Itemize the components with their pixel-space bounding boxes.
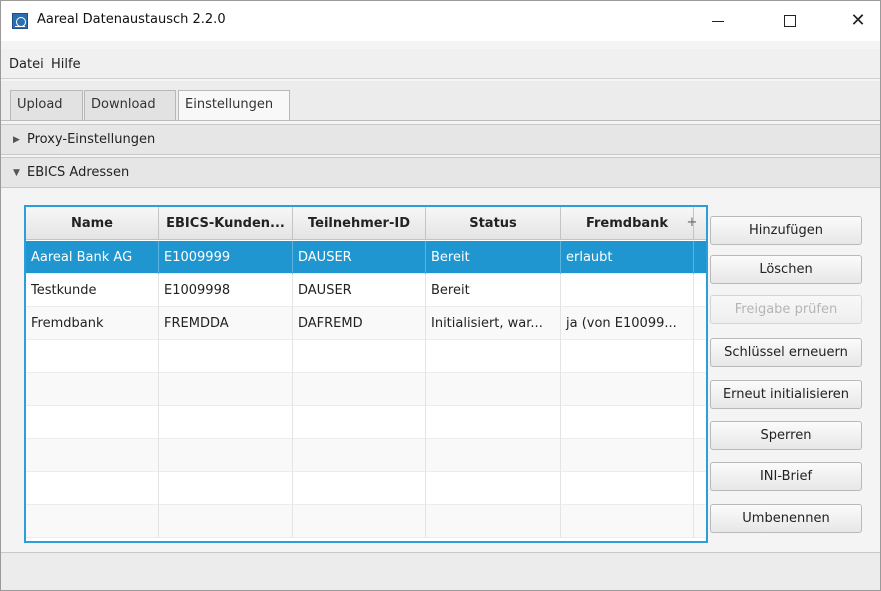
expand-arrow-icon: ▶ [13, 135, 20, 145]
empty-table-row [26, 406, 706, 439]
empty-cell [561, 373, 694, 406]
status-bar [1, 552, 880, 590]
empty-cell [561, 472, 694, 505]
empty-cell [26, 472, 159, 505]
empty-cell [293, 505, 426, 538]
reinitialize-button[interactable]: Erneut initialisieren [710, 380, 862, 409]
cell-status: Initialisiert, war... [426, 307, 561, 340]
tab-einstellungen[interactable]: Einstellungen [178, 90, 290, 120]
proxy-settings-label: Proxy-Einstellungen [27, 132, 156, 147]
renew-keys-button[interactable]: Schlüssel erneuern [710, 338, 862, 367]
rename-button[interactable]: Umbenennen [710, 504, 862, 533]
cell-foreign-bank [561, 274, 694, 307]
table-header: Name EBICS-Kunden... Teilnehmer-ID Statu… [26, 207, 706, 240]
empty-cell [561, 340, 694, 373]
cell-name: Fremdbank [26, 307, 159, 340]
cell-ebics-customer: E1009999 [159, 241, 293, 274]
empty-cell [26, 373, 159, 406]
maximize-button[interactable] [767, 1, 813, 41]
maximize-icon [784, 15, 796, 27]
title-bar[interactable]: Aareal Datenaustausch 2.2.0 ✕ [1, 1, 880, 41]
empty-cell [26, 340, 159, 373]
cell-participant-id: DAUSER [293, 241, 426, 274]
close-button[interactable]: ✕ [835, 1, 881, 41]
ebics-addresses-label: EBICS Adressen [27, 165, 130, 180]
empty-cell [426, 406, 561, 439]
empty-cell [159, 505, 293, 538]
minimize-button[interactable] [695, 1, 741, 41]
ebics-address-table[interactable]: Name EBICS-Kunden... Teilnehmer-ID Statu… [24, 205, 708, 543]
table-row[interactable]: Aareal Bank AG E1009999 DAUSER Bereit er… [26, 241, 706, 274]
menu-hilfe[interactable]: Hilfe [51, 57, 81, 72]
cell-participant-id: DAFREMD [293, 307, 426, 340]
empty-cell [426, 505, 561, 538]
empty-table-row [26, 505, 706, 538]
cell-name: Aareal Bank AG [26, 241, 159, 274]
proxy-settings-pane-header[interactable]: ▶ Proxy-Einstellungen [1, 124, 880, 155]
empty-cell [426, 439, 561, 472]
empty-cell [159, 373, 293, 406]
empty-cell [426, 373, 561, 406]
empty-cell [26, 406, 159, 439]
empty-cell [293, 439, 426, 472]
empty-cell [561, 439, 694, 472]
ebics-addresses-pane-header[interactable]: ▼ EBICS Adressen [1, 157, 880, 188]
cell-foreign-bank: erlaubt [561, 241, 694, 274]
close-icon: ✕ [850, 10, 866, 31]
column-menu-plus-icon[interactable]: + [684, 207, 700, 240]
cell-foreign-bank: ja (von E10099... [561, 307, 694, 340]
tab-download[interactable]: Download [84, 90, 176, 120]
menu-bar: Datei Hilfe [1, 49, 880, 79]
table-row[interactable]: Testkunde E1009998 DAUSER Bereit [26, 274, 706, 307]
empty-cell [293, 406, 426, 439]
empty-cell [293, 340, 426, 373]
add-button[interactable]: Hinzufügen [710, 216, 862, 245]
cell-ebics-customer: E1009998 [159, 274, 293, 307]
minimize-icon [712, 20, 724, 22]
collapse-arrow-icon: ▼ [13, 168, 20, 178]
column-header-foreign-bank[interactable]: Fremdbank [561, 207, 694, 240]
delete-button[interactable]: Löschen [710, 255, 862, 284]
check-release-button[interactable]: Freigabe prüfen [710, 295, 862, 324]
empty-cell [426, 472, 561, 505]
empty-cell [293, 373, 426, 406]
column-header-status[interactable]: Status [426, 207, 561, 240]
cell-name: Testkunde [26, 274, 159, 307]
empty-cell [159, 340, 293, 373]
cell-participant-id: DAUSER [293, 274, 426, 307]
empty-cell [293, 472, 426, 505]
empty-cell [159, 439, 293, 472]
table-row[interactable]: Fremdbank FREMDDA DAFREMD Initialisiert,… [26, 307, 706, 340]
ini-letter-button[interactable]: INI-Brief [710, 462, 862, 491]
empty-cell [561, 505, 694, 538]
empty-table-row [26, 340, 706, 373]
empty-table-row [26, 439, 706, 472]
empty-table-row [26, 472, 706, 505]
tab-upload[interactable]: Upload [10, 90, 83, 120]
empty-cell [26, 505, 159, 538]
column-header-ebics-customer[interactable]: EBICS-Kunden... [159, 207, 293, 240]
window-title: Aareal Datenaustausch 2.2.0 [37, 12, 226, 27]
cell-status: Bereit [426, 241, 561, 274]
empty-cell [426, 340, 561, 373]
cell-status: Bereit [426, 274, 561, 307]
column-header-name[interactable]: Name [26, 207, 159, 240]
empty-cell [159, 472, 293, 505]
empty-cell [26, 439, 159, 472]
empty-table-row [26, 373, 706, 406]
cell-ebics-customer: FREMDDA [159, 307, 293, 340]
empty-cell [159, 406, 293, 439]
empty-cell [561, 406, 694, 439]
lock-button[interactable]: Sperren [710, 421, 862, 450]
tab-bar: Upload Download Einstellungen [1, 81, 880, 121]
app-window: Aareal Datenaustausch 2.2.0 ✕ Datei Hilf… [0, 0, 881, 591]
column-header-participant-id[interactable]: Teilnehmer-ID [293, 207, 426, 240]
menu-datei[interactable]: Datei [9, 57, 44, 72]
app-logo-icon [12, 13, 28, 29]
